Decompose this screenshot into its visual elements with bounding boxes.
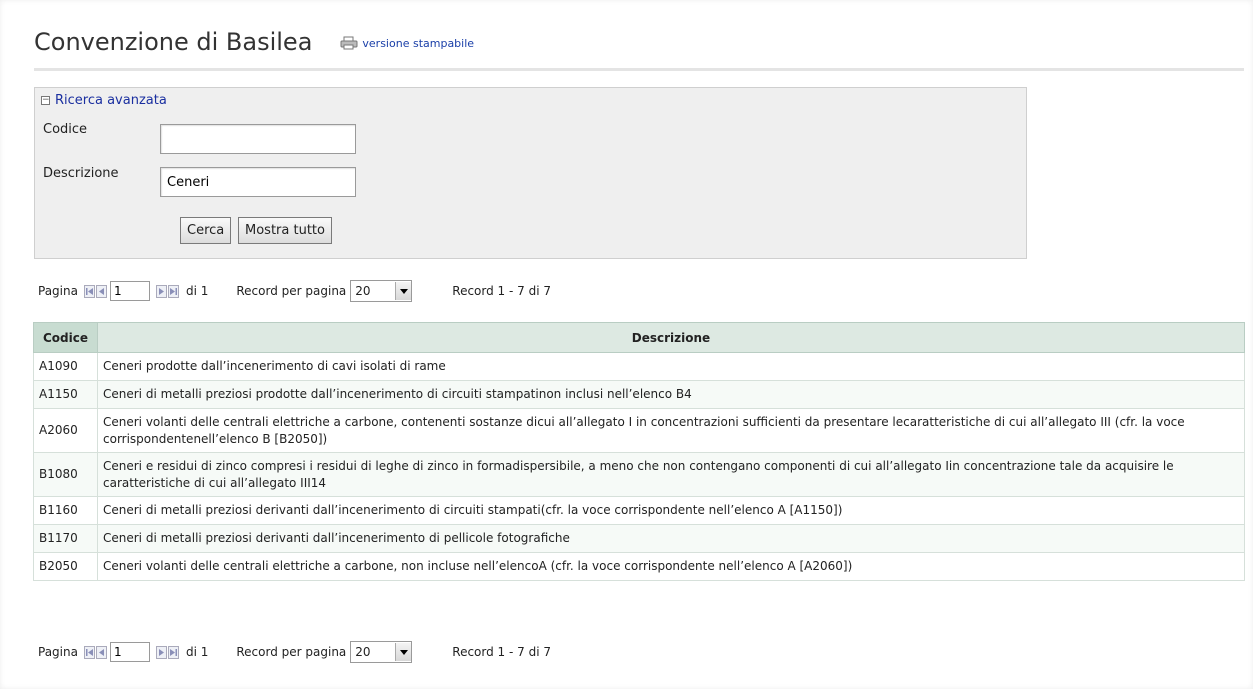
- row-code: A1090: [33, 352, 98, 381]
- table-row[interactable]: B1170 Ceneri di metalli preziosi derivan…: [33, 524, 1245, 553]
- collapse-minus-icon: −: [41, 95, 50, 105]
- next-page-icon[interactable]: [155, 645, 167, 659]
- results-table: Codice Descrizione A1090 Ceneri prodotte…: [33, 322, 1245, 581]
- printable-version-label: versione stampabile: [362, 36, 475, 50]
- row-code: B1170: [33, 524, 98, 553]
- last-page-icon[interactable]: [167, 645, 179, 659]
- records-per-page-select[interactable]: 20: [350, 641, 413, 663]
- pager-bottom: Pagina di 1 Record per pagina 20 Record …: [38, 641, 551, 663]
- record-info: Record 1 - 7 di 7: [452, 645, 551, 659]
- page-title: Convenzione di Basilea: [34, 28, 313, 56]
- pager-top: Pagina di 1 Record per pagina 20 Record …: [38, 280, 551, 302]
- printer-icon: [340, 36, 358, 50]
- table-row[interactable]: B1080 Ceneri e residui di zinco compresi…: [33, 452, 1245, 497]
- chevron-down-icon: [395, 282, 412, 300]
- records-per-page-label: Record per pagina: [236, 284, 347, 298]
- show-all-button[interactable]: Mostra tutto: [238, 217, 332, 244]
- table-row[interactable]: A1150 Ceneri di metalli preziosi prodott…: [33, 380, 1245, 409]
- row-code: A1150: [33, 380, 98, 409]
- advanced-search-panel: − Ricerca avanzata Codice Descrizione Ce…: [34, 87, 1027, 259]
- row-description: Ceneri di metalli preziosi derivanti dal…: [97, 496, 1245, 525]
- record-info: Record 1 - 7 di 7: [452, 284, 551, 298]
- row-code: B2050: [33, 552, 98, 581]
- page-total-label: di 1: [185, 284, 209, 298]
- description-input[interactable]: [160, 167, 356, 197]
- page-total-label: di 1: [185, 645, 209, 659]
- description-label: Descrizione: [43, 166, 119, 181]
- advanced-search-toggle[interactable]: − Ricerca avanzata: [41, 93, 167, 108]
- column-header-code[interactable]: Codice: [33, 322, 98, 353]
- page-label: Pagina: [38, 284, 78, 298]
- row-description: Ceneri volanti delle centrali elettriche…: [97, 408, 1245, 453]
- page-number-input[interactable]: [109, 281, 150, 301]
- last-page-icon[interactable]: [167, 284, 179, 298]
- table-header-row: Codice Descrizione: [33, 322, 1245, 353]
- search-button[interactable]: Cerca: [180, 217, 232, 244]
- table-row[interactable]: B2050 Ceneri volanti delle centrali elet…: [33, 552, 1245, 581]
- records-per-page-select[interactable]: 20: [350, 280, 413, 302]
- advanced-search-label: Ricerca avanzata: [55, 93, 167, 108]
- previous-page-icon[interactable]: [95, 645, 107, 659]
- row-description: Ceneri di metalli preziosi derivanti dal…: [97, 524, 1245, 553]
- row-description: Ceneri e residui di zinco compresi i res…: [97, 452, 1245, 497]
- printable-version-link[interactable]: versione stampabile: [340, 36, 474, 50]
- records-per-page-value: 20: [355, 284, 371, 298]
- row-code: A2060: [33, 408, 98, 453]
- column-header-description[interactable]: Descrizione: [97, 322, 1245, 353]
- first-page-icon[interactable]: [83, 284, 95, 298]
- row-description: Ceneri prodotte dall’incenerimento di ca…: [97, 352, 1245, 381]
- table-row[interactable]: A2060 Ceneri volanti delle centrali elet…: [33, 408, 1245, 453]
- chevron-down-icon: [395, 643, 412, 661]
- table-row[interactable]: A1090 Ceneri prodotte dall’incenerimento…: [33, 352, 1245, 381]
- title-divider: [34, 68, 1244, 71]
- page-label: Pagina: [38, 645, 78, 659]
- page-number-input[interactable]: [109, 642, 150, 662]
- row-code: B1160: [33, 496, 98, 525]
- page-header: Convenzione di Basilea versione stampabi…: [34, 28, 474, 56]
- previous-page-icon[interactable]: [95, 284, 107, 298]
- row-description: Ceneri volanti delle centrali elettriche…: [97, 552, 1245, 581]
- records-per-page-label: Record per pagina: [236, 645, 347, 659]
- next-page-icon[interactable]: [155, 284, 167, 298]
- records-per-page-value: 20: [355, 645, 371, 659]
- code-input[interactable]: [160, 124, 356, 154]
- table-row[interactable]: B1160 Ceneri di metalli preziosi derivan…: [33, 496, 1245, 525]
- row-description: Ceneri di metalli preziosi prodotte dall…: [97, 380, 1245, 409]
- first-page-icon[interactable]: [83, 645, 95, 659]
- row-code: B1080: [33, 452, 98, 497]
- code-label: Codice: [43, 122, 88, 137]
